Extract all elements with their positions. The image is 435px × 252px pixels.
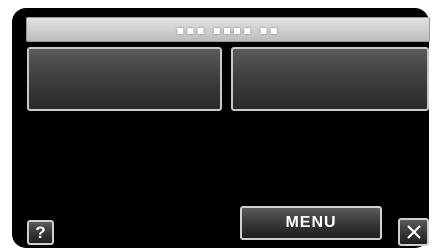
title-text: ▪▪▪ ▪▪▪▪ ▪▪ [176,22,280,37]
menu-button-label: MENU [285,214,337,231]
close-icon [406,225,421,239]
help-button-label: ? [35,222,46,242]
option-tile-left[interactable] [27,47,222,111]
menu-button[interactable]: MENU [240,206,382,240]
option-tile-right[interactable] [231,47,429,111]
camera-screen: ▪▪▪ ▪▪▪▪ ▪▪ ? MENU [0,0,435,252]
title-bar: ▪▪▪ ▪▪▪▪ ▪▪ [26,17,430,42]
close-button[interactable] [398,218,429,246]
help-button[interactable]: ? [27,220,54,245]
